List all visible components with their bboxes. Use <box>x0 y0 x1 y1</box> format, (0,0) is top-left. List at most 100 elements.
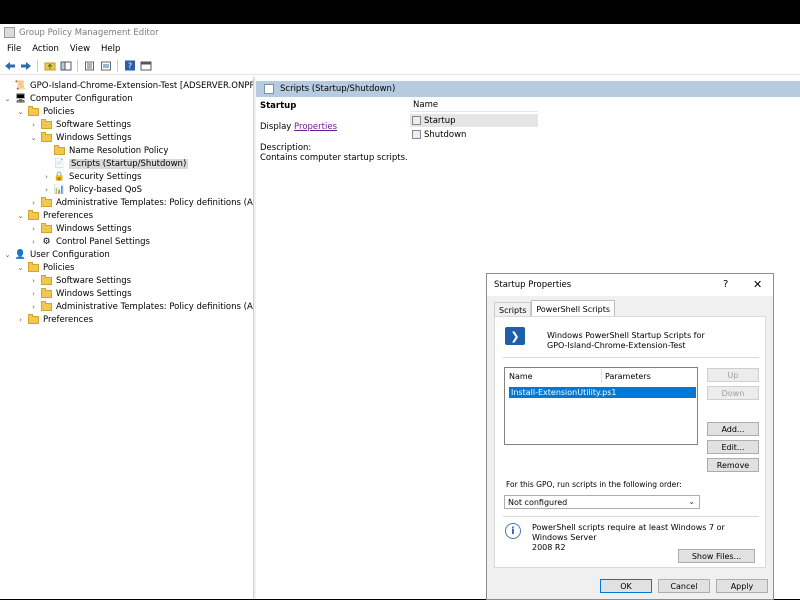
window-title: Group Policy Management Editor <box>19 27 159 38</box>
tree-item[interactable]: ⌄ Preferences <box>16 209 93 222</box>
close-icon[interactable]: ✕ <box>753 278 762 291</box>
name-column-header[interactable]: Name <box>509 369 533 383</box>
tree-item-label: Administrative Templates: Policy definit… <box>56 197 253 208</box>
tree-item[interactable]: › 📊 Policy-based QoS <box>42 183 142 196</box>
description-text: Contains computer startup scripts. <box>260 153 408 163</box>
startup-properties-dialog: Startup Properties ? ✕ Scripts PowerShel… <box>486 273 774 600</box>
chevron-right-icon[interactable]: › <box>42 186 51 194</box>
tree-item[interactable]: › Administrative Templates: Policy defini… <box>29 300 253 313</box>
description-label: Description: <box>260 143 312 153</box>
edit-button[interactable]: Edit... <box>707 440 759 454</box>
menu-action[interactable]: Action <box>32 44 59 54</box>
show-hide-tree-icon[interactable] <box>59 59 72 72</box>
tab-powershell-scripts[interactable]: PowerShell Scripts <box>531 300 615 317</box>
chevron-right-icon[interactable]: › <box>29 238 38 246</box>
info-line-1: PowerShell scripts require at least Wind… <box>532 523 725 542</box>
parameters-column-header[interactable]: Parameters <box>605 369 651 383</box>
tree-item-label: Scripts (Startup/Shutdown) <box>69 158 189 169</box>
folder-icon <box>41 131 52 142</box>
apply-button[interactable]: Apply <box>716 579 768 593</box>
chevron-right-icon[interactable]: › <box>16 316 25 324</box>
chevron-right-icon[interactable]: › <box>29 290 38 298</box>
heading-line-2: GPO-Island-Chrome-Extension-Test <box>547 341 686 350</box>
help-icon[interactable]: ? <box>723 279 728 290</box>
tree-item-label: Software Settings <box>56 119 132 130</box>
menu-bar: File Action View Help <box>0 41 800 56</box>
down-button[interactable]: Down <box>707 386 759 400</box>
console-icon[interactable] <box>139 59 152 72</box>
script-row-selected[interactable]: Install-ExtensionUtility.ps1 <box>509 387 696 398</box>
chevron-down-icon: ⌄ <box>688 497 695 506</box>
chevron-right-icon[interactable]: › <box>29 303 38 311</box>
tree-item[interactable]: ⌄ Windows Settings <box>29 131 132 144</box>
back-icon[interactable] <box>3 59 16 72</box>
chevron-right-icon[interactable]: › <box>42 173 51 181</box>
chevron-down-icon[interactable]: ⌄ <box>3 95 12 103</box>
chevron-right-icon[interactable]: › <box>29 121 38 129</box>
tree-item[interactable]: › Software Settings <box>29 274 131 287</box>
properties-link[interactable]: Properties <box>294 122 337 132</box>
chevron-down-icon[interactable]: ⌄ <box>16 108 25 116</box>
svg-text:?: ? <box>127 62 131 71</box>
chevron-down-icon[interactable]: ⌄ <box>3 251 12 259</box>
chevron-right-icon[interactable]: › <box>29 199 38 207</box>
tree-item[interactable]: › 🔒 Security Settings <box>42 170 141 183</box>
list-item-shutdown[interactable]: Shutdown <box>410 128 538 141</box>
menu-view[interactable]: View <box>70 44 90 54</box>
add-button[interactable]: Add... <box>707 422 759 436</box>
tree-item-label: Name Resolution Policy <box>69 145 169 156</box>
folder-icon <box>41 287 52 298</box>
name-column-header[interactable]: Name <box>410 98 538 112</box>
show-files-button[interactable]: Show Files... <box>678 549 755 563</box>
name-column-label: Name <box>413 99 439 110</box>
tree-item-label: User Configuration <box>30 249 110 260</box>
tree-item[interactable]: ⌄ 👤 User Configuration <box>3 248 110 261</box>
up-folder-icon[interactable] <box>43 59 56 72</box>
menu-help[interactable]: Help <box>101 44 120 54</box>
heading-line-1: Windows PowerShell Startup Scripts for <box>547 331 705 340</box>
tree-item[interactable]: ⌄ Policies <box>16 105 74 118</box>
chevron-right-icon[interactable]: › <box>29 225 38 233</box>
cancel-button[interactable]: Cancel <box>658 579 710 593</box>
dialog-tabs: Scripts PowerShell Scripts <box>494 300 615 317</box>
panel-heading: Windows PowerShell Startup Scripts for G… <box>547 331 705 351</box>
tree-item[interactable]: › ⚙ Control Panel Settings <box>29 235 150 248</box>
chart-icon: 📊 <box>53 184 66 195</box>
dialog-title: Startup Properties <box>494 280 572 290</box>
folder-icon <box>28 209 39 220</box>
properties-icon[interactable] <box>99 59 112 72</box>
tree-item-label: Policies <box>43 106 75 117</box>
scripts-icon <box>264 84 274 94</box>
remove-button[interactable]: Remove <box>707 458 759 472</box>
tree-item[interactable]: Name Resolution Policy <box>42 144 168 157</box>
tree-item-label: Preferences <box>43 314 93 325</box>
tree-item-label: Computer Configuration <box>30 93 133 104</box>
folder-icon <box>41 222 52 233</box>
tree-item[interactable]: ⌄ 🖥 Computer Configuration <box>3 92 133 105</box>
folder-icon <box>41 118 52 129</box>
tree-item[interactable]: › Windows Settings <box>29 222 132 235</box>
security-icon: 🔒 <box>53 171 66 182</box>
tree-item[interactable]: 📜 GPO-Island-Chrome-Extension-Test [ADSER… <box>3 79 253 92</box>
chevron-right-icon[interactable]: › <box>29 277 38 285</box>
tree-item[interactable]: › Windows Settings <box>29 287 132 300</box>
tree-item[interactable]: ⌄ Policies <box>16 261 74 274</box>
tree-item[interactable]: › Preferences <box>16 313 93 326</box>
forward-icon[interactable] <box>19 59 32 72</box>
up-button[interactable]: Up <box>707 368 759 382</box>
menu-file[interactable]: File <box>7 44 21 54</box>
tab-scripts[interactable]: Scripts <box>494 302 532 317</box>
chevron-down-icon[interactable]: ⌄ <box>16 212 25 220</box>
toolbar-separator <box>37 59 38 72</box>
scripts-list[interactable]: Name Parameters Install-ExtensionUtility… <box>504 367 698 445</box>
export-list-icon[interactable] <box>83 59 96 72</box>
chevron-down-icon[interactable]: ⌄ <box>29 134 38 142</box>
run-order-select[interactable]: Not configured ⌄ <box>504 495 700 509</box>
help-icon[interactable]: ? <box>123 59 136 72</box>
tree-item[interactable]: › Administrative Templates: Policy defini… <box>29 196 253 209</box>
tree-item[interactable]: 📄 Scripts (Startup/Shutdown) <box>42 157 189 170</box>
list-item-startup[interactable]: Startup <box>410 114 538 127</box>
chevron-down-icon[interactable]: ⌄ <box>16 264 25 272</box>
ok-button[interactable]: OK <box>600 579 652 593</box>
tree-item[interactable]: › Software Settings <box>29 118 131 131</box>
